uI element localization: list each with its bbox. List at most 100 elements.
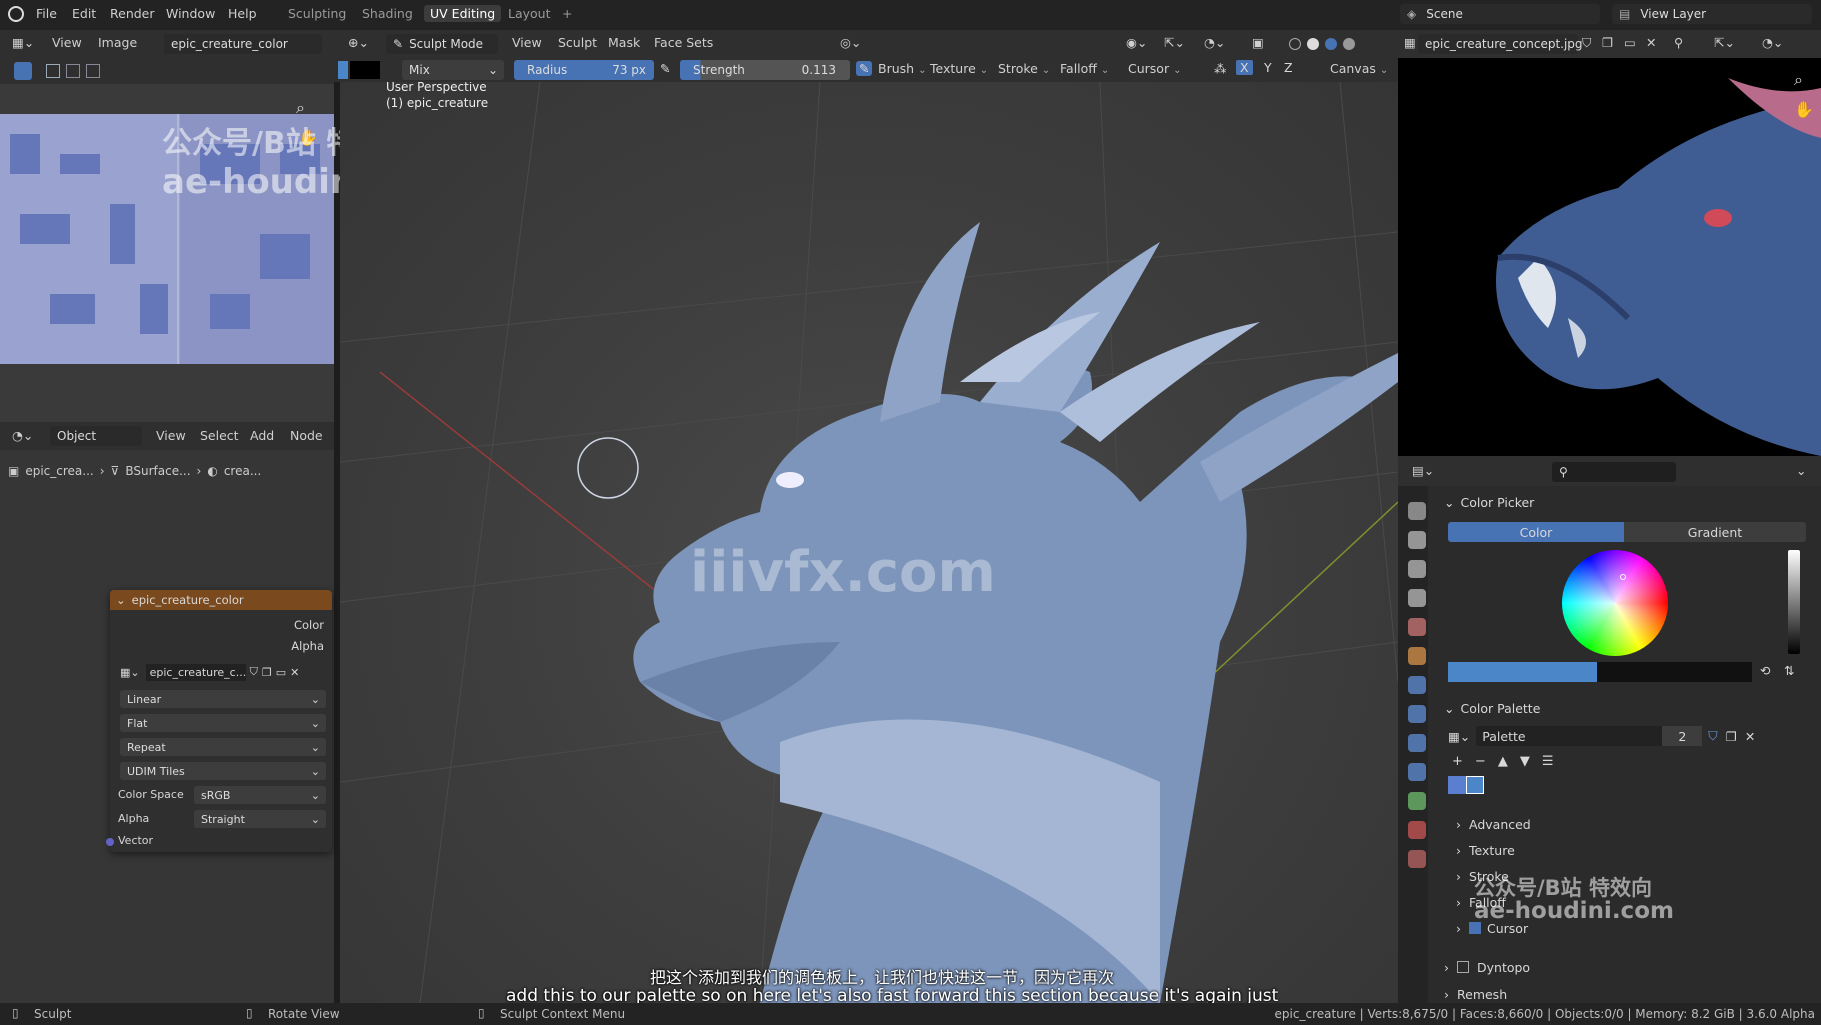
properties-tab-icon[interactable] <box>1408 850 1426 868</box>
select-box-icon[interactable] <box>46 64 60 78</box>
brush-dropdown[interactable]: Brush <box>878 61 926 76</box>
node-node-menu[interactable]: Node <box>290 428 323 443</box>
overlays-icon[interactable]: ◔⌄ <box>1762 35 1783 50</box>
node-select-menu[interactable]: Select <box>200 428 239 443</box>
properties-tab-icon[interactable] <box>1408 531 1426 549</box>
viewport-editor-type-icon[interactable]: ⊕⌄ <box>348 35 369 50</box>
texture-dropdown[interactable]: Texture <box>930 61 988 76</box>
image-selector[interactable]: epic_creature_color <box>164 34 322 54</box>
sculpt-mode-selector[interactable]: ✎ Sculpt Mode <box>386 34 498 54</box>
select-tool-icon[interactable] <box>14 62 32 80</box>
zoom-icon[interactable]: ⌕ <box>1794 70 1803 90</box>
properties-tab-icon[interactable] <box>1408 647 1426 665</box>
menu-window[interactable]: Window <box>166 6 215 21</box>
palette-users-count[interactable]: 2 <box>1662 726 1703 746</box>
add-workspace-button[interactable]: + <box>562 6 572 21</box>
source-dropdown[interactable]: UDIM Tiles ⌄ <box>120 762 326 780</box>
radius-field[interactable]: Radius 73 px <box>514 60 654 80</box>
alpha-mode-dropdown[interactable]: Straight ⌄ <box>194 810 326 828</box>
image-editor-image-menu[interactable]: Image <box>98 35 137 50</box>
canvas-dropdown[interactable]: Canvas <box>1330 61 1388 76</box>
menu-render[interactable]: Render <box>110 6 155 21</box>
zoom-icon[interactable]: ⌕ <box>296 98 305 118</box>
properties-editor-type-icon[interactable]: ▤⌄ <box>1412 463 1434 478</box>
material-shading-icon[interactable] <box>1325 38 1337 50</box>
swap-colors-icon[interactable]: ⟲ <box>1760 663 1770 678</box>
fake-user-icon[interactable]: ⛉ <box>250 665 258 679</box>
viewport-view-menu[interactable]: View <box>512 35 542 50</box>
properties-tab-icon[interactable] <box>1408 502 1426 520</box>
xray-icon[interactable]: ▣ <box>1252 35 1264 50</box>
dyntopo-panel-header[interactable]: › Dyntopo <box>1444 956 1814 978</box>
tab-shading[interactable]: Shading <box>362 6 413 21</box>
menu-help[interactable]: Help <box>228 6 257 21</box>
duplicate-icon[interactable]: ❐ <box>262 666 272 679</box>
color-space-dropdown[interactable]: sRGB ⌄ <box>194 786 326 804</box>
current-color-swatch[interactable] <box>1448 662 1752 682</box>
add-color-icon[interactable]: + <box>1448 754 1467 769</box>
color-palette-panel-header[interactable]: ⌄ Color Palette <box>1444 696 1814 720</box>
duplicate-icon[interactable]: ❐ <box>1726 729 1737 744</box>
viewport-mask-menu[interactable]: Mask <box>608 35 640 50</box>
gizmo-icon[interactable]: ⇱⌄ <box>1164 35 1185 50</box>
fake-user-icon[interactable]: ⛉ <box>1708 728 1717 744</box>
palette-name[interactable]: Palette <box>1476 726 1663 746</box>
node-canvas[interactable]: ▣ epic_crea... › ⊽ BSurface... › ◐ crea.… <box>0 450 334 1003</box>
strength-pressure-icon[interactable]: ✎ <box>856 61 873 76</box>
gizmo-icon[interactable]: ⇱⌄ <box>1714 35 1735 50</box>
cursor-dropdown[interactable]: Cursor <box>1128 61 1181 76</box>
radius-pressure-icon[interactable]: ✎ <box>660 61 670 76</box>
dyntopo-checkbox[interactable] <box>1457 961 1469 973</box>
blend-mode-dropdown[interactable]: Mix ⌄ <box>402 60 504 80</box>
palette-swatch-2[interactable] <box>1466 776 1484 794</box>
value-slider[interactable] <box>1788 550 1800 654</box>
tab-sculpting[interactable]: Sculpting <box>288 6 346 21</box>
viewport-sculpt-menu[interactable]: Sculpt <box>558 35 597 50</box>
properties-tab-icon[interactable] <box>1408 763 1426 781</box>
select-extend-icon[interactable] <box>66 64 80 78</box>
properties-search[interactable]: ⚲ <box>1552 462 1676 482</box>
wireframe-shading-icon[interactable] <box>1289 38 1301 50</box>
node-view-menu[interactable]: View <box>156 428 186 443</box>
color-wheel[interactable] <box>1562 550 1668 656</box>
properties-tab-icon[interactable] <box>1408 734 1426 752</box>
tab-uv-editing[interactable]: UV Editing <box>424 5 502 22</box>
reference-image-canvas[interactable]: ⌕ ✋ <box>1398 58 1821 456</box>
node-title-bar[interactable]: ⌄ epic_creature_color <box>110 590 332 610</box>
menu-edit[interactable]: Edit <box>72 6 96 21</box>
open-folder-icon[interactable]: ▭ <box>1624 35 1636 50</box>
node-editor-type-icon[interactable]: ◔⌄ <box>12 428 33 443</box>
projection-dropdown[interactable]: Flat ⌄ <box>120 714 326 732</box>
image-browse-icon[interactable]: ▦⌄ <box>120 666 140 679</box>
image-texture-node[interactable]: ⌄ epic_creature_color Color Alpha ▦⌄ epi… <box>106 590 332 852</box>
node-add-menu[interactable]: Add <box>250 428 274 443</box>
remesh-panel-header[interactable]: › Remesh <box>1444 984 1814 1004</box>
unlink-close-icon[interactable]: ✕ <box>1745 729 1755 744</box>
blender-logo-icon[interactable] <box>8 6 24 22</box>
properties-tab-icon[interactable] <box>1408 792 1426 810</box>
properties-tab-icon[interactable] <box>1408 821 1426 839</box>
scene-selector[interactable]: ◈ Scene <box>1400 4 1600 24</box>
properties-tab-icon[interactable] <box>1408 589 1426 607</box>
fake-user-icon[interactable]: ⛉ <box>1582 35 1591 51</box>
unlink-close-icon[interactable]: ✕ <box>290 666 299 679</box>
overlays-icon[interactable]: ◔⌄ <box>1204 35 1225 50</box>
mirror-z-toggle[interactable]: Z <box>1280 60 1297 75</box>
reference-image-selector[interactable]: epic_creature_concept.jpg <box>1418 34 1583 54</box>
image-editor-view-menu[interactable]: View <box>52 35 82 50</box>
interpolation-dropdown[interactable]: Linear ⌄ <box>120 690 326 708</box>
viewport-face-sets-menu[interactable]: Face Sets <box>654 35 713 50</box>
brush-color-swatch[interactable] <box>338 61 348 79</box>
close-icon[interactable]: ✕ <box>1646 35 1656 50</box>
properties-tab-icon[interactable] <box>1408 618 1426 636</box>
properties-tab-icon[interactable] <box>1408 560 1426 578</box>
visibility-icon[interactable]: ◉⌄ <box>1126 35 1147 50</box>
mirror-y-toggle[interactable]: Y <box>1260 60 1276 75</box>
collapse-chevron-icon[interactable]: ⌄ <box>116 593 126 607</box>
move-up-icon[interactable]: ▲ <box>1494 754 1512 769</box>
symmetry-icon[interactable]: ⁂ <box>1214 61 1227 76</box>
editor-type-icon[interactable]: ▦⌄ <box>12 35 34 50</box>
color-wheel-cursor[interactable] <box>1620 574 1626 580</box>
tab-layout[interactable]: Layout <box>508 6 551 21</box>
breadcrumb-node[interactable]: BSurface... <box>125 464 190 478</box>
